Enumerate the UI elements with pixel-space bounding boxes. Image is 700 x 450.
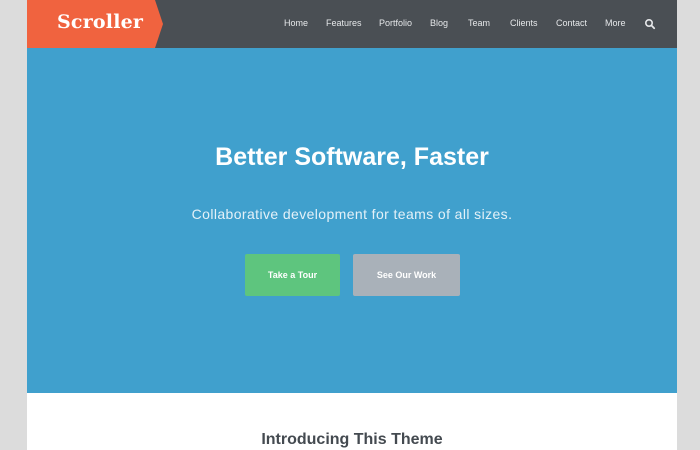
logo-notch — [155, 0, 163, 48]
intro-section-title: Introducing This Theme — [261, 431, 443, 448]
nav-item-blog[interactable]: Blog — [430, 18, 448, 28]
nav-item-team[interactable]: Team — [468, 18, 490, 28]
take-a-tour-button[interactable]: Take a Tour — [245, 254, 340, 296]
see-our-work-button[interactable]: See Our Work — [353, 254, 460, 296]
nav-item-more[interactable]: More — [605, 18, 626, 28]
nav-item-portfolio[interactable]: Portfolio — [379, 18, 412, 28]
logo[interactable]: Scroller — [27, 0, 155, 48]
hero-subtitle: Collaborative development for teams of a… — [191, 206, 513, 222]
nav-item-home[interactable]: Home — [284, 18, 308, 28]
nav-item-clients[interactable]: Clients — [510, 18, 538, 28]
search-button[interactable] — [644, 17, 656, 30]
nav-item-features[interactable]: Features — [326, 18, 362, 28]
logo-text[interactable]: Scroller — [57, 11, 143, 33]
page: Scroller Home Features Portfolio Blog Te… — [27, 0, 677, 450]
nav-item-contact[interactable]: Contact — [556, 18, 587, 28]
hero-title: Better Software, Faster — [215, 143, 489, 171]
site-header: Scroller Home Features Portfolio Blog Te… — [27, 0, 677, 48]
hero-section: Better Software, Faster Collaborative de… — [27, 48, 677, 393]
search-icon — [644, 18, 656, 30]
